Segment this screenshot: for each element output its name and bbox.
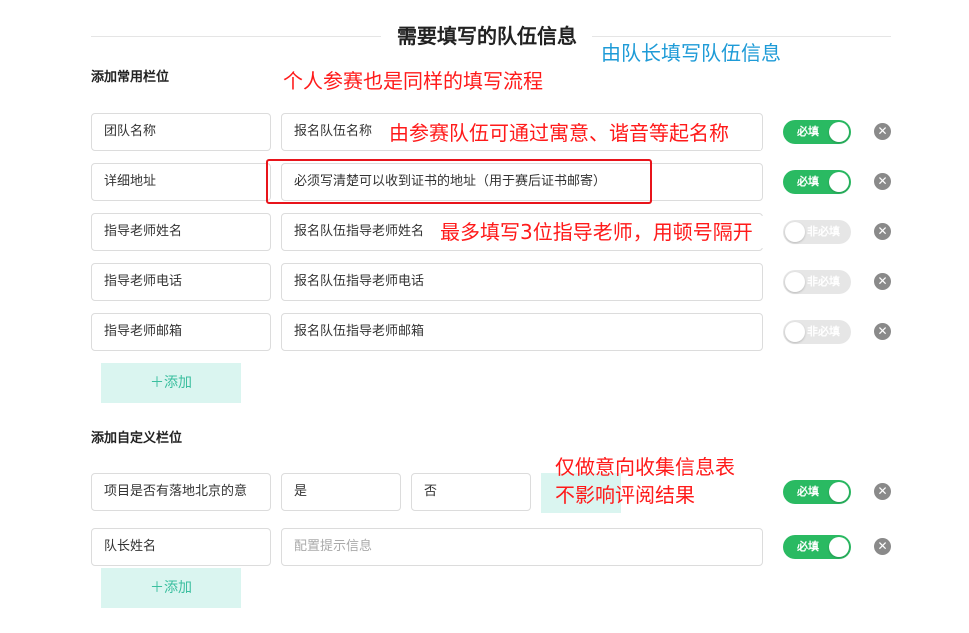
toggle-label: 必填 [797,485,819,498]
close-icon[interactable]: ✕ [874,123,891,140]
required-toggle[interactable]: 必填 [783,480,851,504]
annotation-individual: 个人参赛也是同样的填写流程 [283,69,543,93]
field-name-input[interactable]: 指导老师电话 [91,263,271,301]
add-custom-field-button[interactable]: ＋添加 [101,568,241,608]
toggle-label: 必填 [797,175,819,188]
required-toggle[interactable]: 非必填 [783,270,851,294]
annotation-intent-line1: 仅做意向收集信息表 [555,455,735,479]
field-hint-input[interactable]: 配置提示信息 [281,528,763,566]
field-name-input[interactable]: 项目是否有落地北京的意 [91,473,271,511]
field-hint-input[interactable]: 报名队伍指导老师电话 [281,263,763,301]
toggle-knob [829,122,849,142]
title-divider-left [91,36,381,37]
page-title: 需要填写的队伍信息 [382,22,592,50]
required-toggle[interactable]: 非必填 [783,320,851,344]
required-toggle[interactable]: 必填 [783,170,851,194]
toggle-label: 非必填 [807,325,840,338]
close-icon[interactable]: ✕ [874,173,891,190]
required-toggle[interactable]: 非必填 [783,220,851,244]
required-toggle[interactable]: 必填 [783,535,851,559]
field-name-input[interactable]: 团队名称 [91,113,271,151]
toggle-label: 非必填 [807,275,840,288]
toggle-label: 非必填 [807,225,840,238]
annotation-teachers: 最多填写3位指导老师，用顿号隔开 [440,220,753,244]
field-name-input[interactable]: 队长姓名 [91,528,271,566]
field-hint-input[interactable]: 报名队伍指导老师邮箱 [281,313,763,351]
annotation-intent-line2: 不影响评阅结果 [555,483,695,507]
toggle-knob [785,322,805,342]
toggle-knob [785,272,805,292]
option-input-no[interactable]: 否 [411,473,531,511]
toggle-knob [829,482,849,502]
toggle-label: 必填 [797,540,819,553]
toggle-knob [785,222,805,242]
field-name-input[interactable]: 指导老师邮箱 [91,313,271,351]
close-icon[interactable]: ✕ [874,323,891,340]
close-icon[interactable]: ✕ [874,273,891,290]
toggle-knob [829,537,849,557]
option-input-yes[interactable]: 是 [281,473,401,511]
toggle-knob [829,172,849,192]
annotation-captain: 由队长填写队伍信息 [601,41,781,65]
toggle-label: 必填 [797,125,819,138]
close-icon[interactable]: ✕ [874,223,891,240]
add-common-field-button[interactable]: ＋添加 [101,363,241,403]
highlight-box [266,159,652,204]
section-label-common: 添加常用栏位 [91,70,170,85]
section-label-custom: 添加自定义栏位 [91,431,183,446]
required-toggle[interactable]: 必填 [783,120,851,144]
close-icon[interactable]: ✕ [874,483,891,500]
close-icon[interactable]: ✕ [874,538,891,555]
field-name-input[interactable]: 指导老师姓名 [91,213,271,251]
title-divider-right [592,36,891,37]
field-name-input[interactable]: 详细地址 [91,163,271,201]
annotation-team-name: 由参赛队伍可通过寓意、谐音等起名称 [389,121,729,145]
